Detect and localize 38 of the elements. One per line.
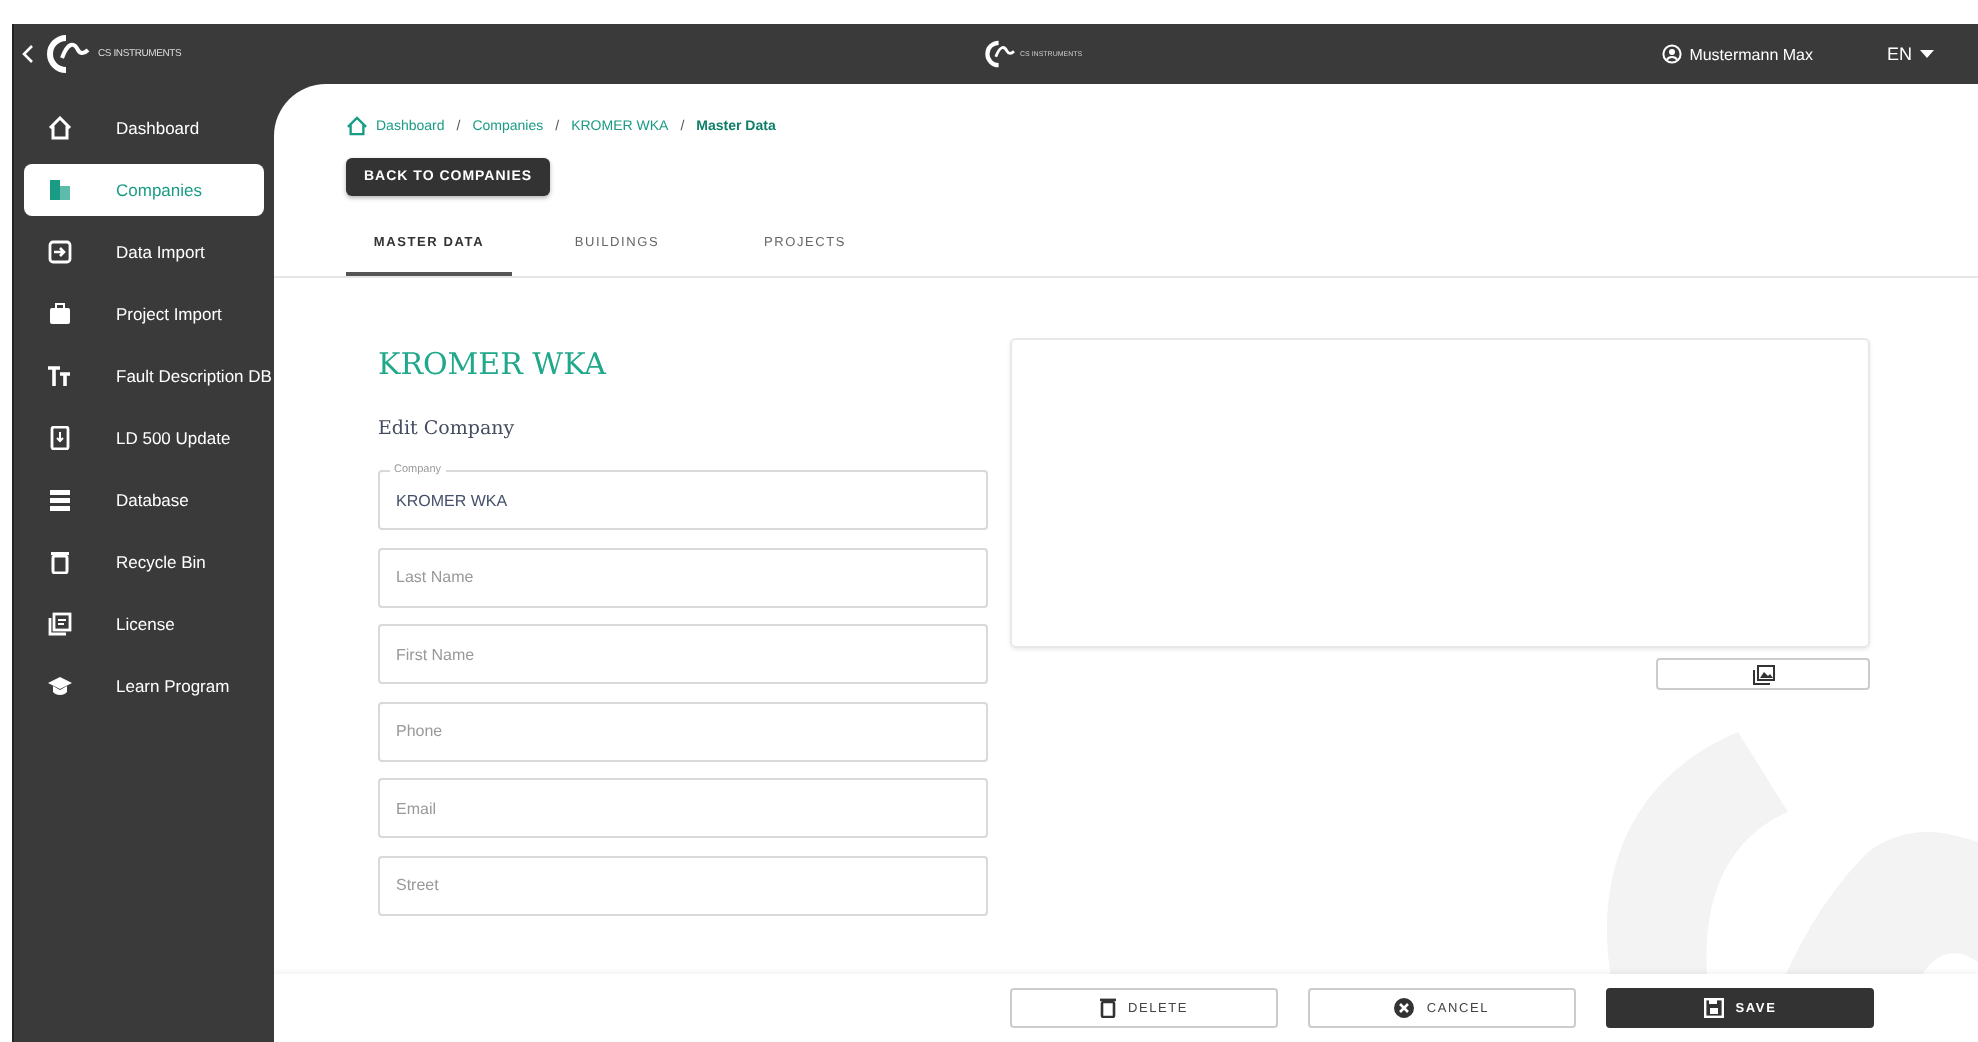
- trash-icon: [1099, 998, 1116, 1018]
- sidebar-item[interactable]: Database: [24, 474, 264, 526]
- logo-icon: [984, 40, 1016, 68]
- close-icon: [1394, 998, 1415, 1018]
- text-field[interactable]: First Name: [378, 624, 988, 684]
- company-title: KROMER WKA: [378, 346, 609, 382]
- trash-icon: [48, 550, 72, 574]
- document-icon: [48, 612, 72, 636]
- collapse-icon[interactable]: [22, 44, 34, 64]
- sidebar-item[interactable]: Project Import: [24, 288, 264, 340]
- sidebar-item[interactable]: Dashboard: [24, 102, 264, 154]
- text-field[interactable]: Street: [378, 855, 988, 915]
- sidebar-item[interactable]: Learn Program: [24, 660, 264, 712]
- text-field[interactable]: Phone: [378, 701, 988, 761]
- graduation-cap-icon: [48, 674, 72, 698]
- caret-icon: [1920, 50, 1934, 58]
- briefcase-icon: [48, 302, 72, 326]
- building-icon: [48, 178, 72, 202]
- list-icon: [48, 488, 72, 512]
- section-title: Edit Company: [378, 418, 517, 440]
- language-select[interactable]: EN: [1886, 44, 1934, 64]
- image-icon: [1751, 663, 1775, 685]
- text-field[interactable]: Email: [378, 778, 988, 838]
- logo-icon: [46, 34, 90, 74]
- sidebar-item[interactable]: LD 500 Update: [24, 412, 264, 464]
- device-icon: [48, 426, 72, 450]
- text-icon: [48, 364, 72, 388]
- sidebar-item[interactable]: License: [24, 598, 264, 650]
- user-menu[interactable]: Mustermann Max: [1661, 44, 1813, 64]
- user-icon: [1661, 44, 1682, 64]
- home-icon: [48, 116, 72, 140]
- home-icon: [346, 116, 368, 136]
- text-field[interactable]: Last Name: [378, 547, 988, 607]
- sidebar-item[interactable]: Recycle Bin: [24, 536, 264, 588]
- sidebar-item[interactable]: Data Import: [24, 226, 264, 278]
- upload-button[interactable]: [1656, 658, 1870, 690]
- save-icon: [1703, 998, 1724, 1018]
- import-icon: [48, 240, 72, 264]
